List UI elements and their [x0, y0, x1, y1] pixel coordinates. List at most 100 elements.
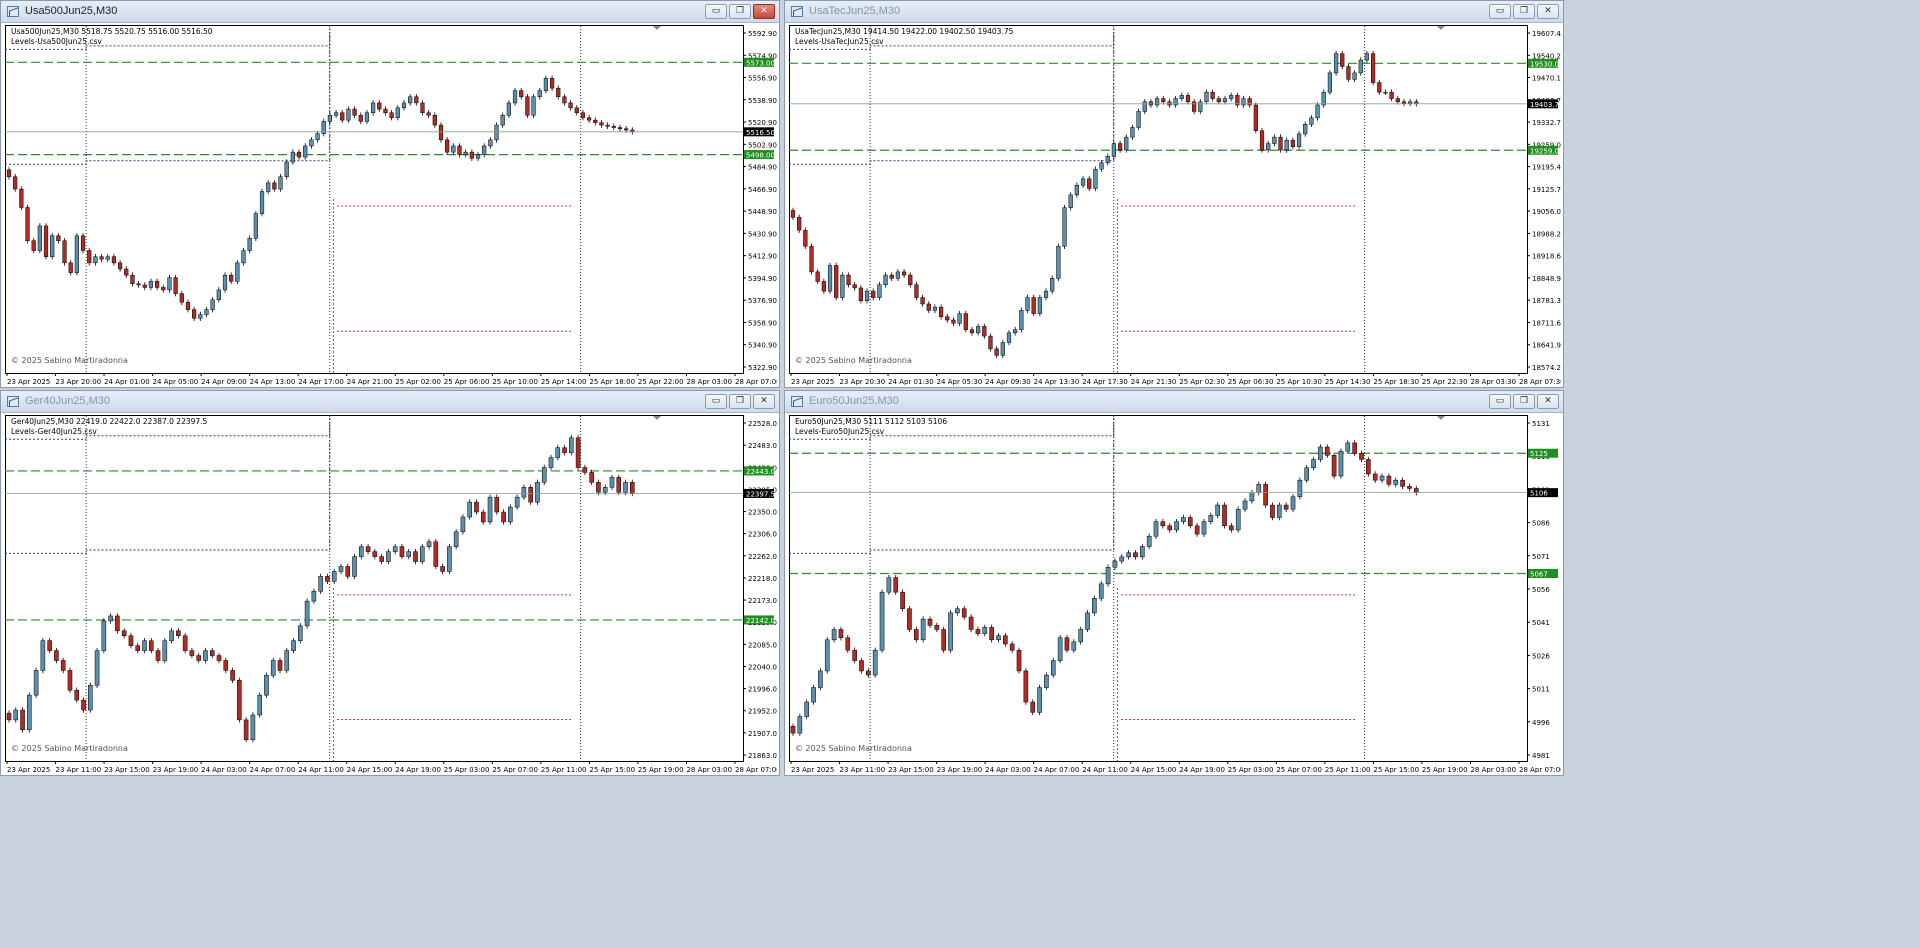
price-chart[interactable]: 19607.4519540.2019470.1019403.7519332.75… — [789, 25, 1563, 386]
minimize-button[interactable]: ▭ — [1489, 394, 1511, 409]
bullish-candle — [467, 501, 472, 518]
x-tick-label: 25 Apr 10:00 — [492, 378, 538, 385]
bullish-candle — [1146, 535, 1152, 547]
bullish-candle — [494, 124, 499, 141]
minimize-button[interactable]: ▭ — [705, 4, 727, 19]
bullish-candle — [1379, 475, 1385, 481]
window-titlebar[interactable]: Usa500Jun25,M30 ▭ ❐ ✕ — [1, 1, 779, 23]
bullish-candle — [1179, 95, 1184, 99]
bullish-candle — [235, 262, 240, 282]
bearish-candle — [173, 277, 178, 294]
y-tick-label: 22350.0 — [748, 509, 777, 517]
bearish-candle — [790, 726, 796, 734]
bearish-candle — [81, 699, 86, 711]
restore-button[interactable]: ❐ — [729, 4, 751, 19]
bullish-candle — [105, 256, 110, 260]
bearish-candle — [111, 256, 117, 264]
bearish-candle — [74, 689, 80, 701]
chart-info: Ger40Jun25,M30 22419.0 22422.0 22387.0 2… — [11, 417, 207, 437]
y-tick-label: 22262.0 — [748, 553, 777, 561]
y-tick-label: 5520.90 — [748, 119, 777, 127]
symbol-ohlc-line: Ger40Jun25,M30 22419.0 22422.0 22387.0 2… — [11, 417, 208, 426]
bearish-candle — [19, 188, 24, 208]
bullish-candle — [259, 191, 265, 214]
chart-window-euro50[interactable]: Euro50Jun25,M30 ▭ ❐ ✕ 513151165101508650… — [784, 390, 1564, 776]
bearish-candle — [87, 250, 92, 264]
bearish-candle — [117, 262, 123, 270]
level-tag-label: 5573.00 — [746, 59, 775, 67]
bearish-candle — [1340, 53, 1345, 67]
bullish-candle — [1105, 156, 1110, 164]
y-tick-label: 18781.30 — [1532, 297, 1561, 305]
bullish-candle — [408, 96, 413, 104]
bearish-candle — [871, 290, 876, 298]
minimize-button[interactable]: ▭ — [705, 394, 727, 409]
level-tag-label: 22142.0 — [746, 617, 775, 625]
price-chart[interactable]: 22528.022483.022439.022395.022350.022306… — [5, 415, 779, 774]
bullish-candle — [1327, 72, 1333, 93]
chart-window-usatec[interactable]: UsaTecJun25,M30 ▭ ❐ ✕ 19607.4519540.2019… — [784, 0, 1564, 388]
window-titlebar[interactable]: UsaTecJun25,M30 ▭ ❐ ✕ — [785, 1, 1563, 23]
close-button[interactable]: ✕ — [753, 4, 775, 19]
bearish-candle — [1194, 525, 1200, 535]
bearish-candle — [852, 649, 857, 661]
bullish-candle — [386, 551, 391, 562]
bearish-candle — [62, 240, 67, 264]
price-tag-label: 19403.75 — [1530, 101, 1561, 109]
x-tick-label: 24 Apr 17:00 — [298, 378, 344, 385]
y-tick-label: 5484.90 — [748, 164, 777, 172]
close-button[interactable]: ✕ — [1537, 4, 1559, 19]
minimize-button[interactable]: ▭ — [1489, 4, 1511, 19]
bearish-candle — [115, 615, 120, 632]
bearish-candle — [457, 145, 462, 155]
window-titlebar[interactable]: Euro50Jun25,M30 ▭ ❐ ✕ — [785, 391, 1563, 413]
close-icon: ✕ — [1544, 6, 1552, 16]
x-tick-label: 23 Apr 15:00 — [104, 766, 150, 773]
bullish-candle — [1318, 446, 1323, 460]
close-icon: ✕ — [760, 6, 768, 16]
bullish-candle — [1092, 598, 1097, 614]
y-tick-label: 5592.90 — [748, 30, 777, 38]
price-chart[interactable]: 5131511651015086507150565041502650114996… — [789, 415, 1563, 774]
x-tick-label: 25 Apr 02:00 — [395, 378, 441, 385]
price-chart[interactable]: 5592.90 5574.90 5556.90 5538.90 5520.90 5502.… — [5, 25, 779, 386]
bullish-candle — [318, 576, 323, 592]
bullish-candle — [1043, 290, 1049, 298]
bullish-candle — [609, 477, 615, 488]
restore-button[interactable]: ❐ — [729, 394, 751, 409]
chart-svg: 19607.4519540.2019470.1019403.7519332.75… — [789, 25, 1563, 386]
bearish-candle — [1389, 91, 1394, 99]
minimize-icon: ▭ — [711, 396, 721, 406]
bullish-candle — [1352, 72, 1357, 80]
bullish-candle — [602, 487, 608, 493]
restore-button[interactable]: ❐ — [1513, 4, 1535, 19]
y-tick-label: 19607.45 — [1532, 30, 1561, 38]
copyright-text: © 2025 Sabino Martiradonna — [11, 744, 128, 753]
x-tick-label: 24 Apr 21:30 — [1131, 378, 1177, 385]
bullish-candle — [475, 154, 481, 159]
bullish-candle — [395, 107, 400, 118]
chart-window-ger40[interactable]: Ger40Jun25,M30 ▭ ❐ ✕ 22528.022483.022439… — [0, 390, 780, 776]
bullish-candle — [1204, 91, 1209, 103]
bearish-candle — [192, 309, 197, 319]
level-tag-label: 5498.00 — [746, 152, 775, 160]
restore-button[interactable]: ❐ — [1513, 394, 1535, 409]
bearish-candle — [501, 511, 506, 523]
x-tick-label: 25 Apr 06:30 — [1228, 378, 1274, 385]
x-tick-label: 23 Apr 2025 — [791, 378, 834, 385]
y-tick-label: 22483.0 — [748, 442, 777, 450]
window-titlebar[interactable]: Ger40Jun25,M30 ▭ ❐ ✕ — [1, 391, 779, 413]
chart-window-usa500[interactable]: Usa500Jun25,M30 ▭ ❐ ✕ 5592.90 5574.90 5556… — [0, 0, 780, 388]
bullish-candle — [1050, 278, 1055, 292]
bullish-candle — [359, 546, 364, 557]
x-tick-label: 25 Apr 07:00 — [1276, 766, 1322, 773]
bearish-candle — [358, 114, 363, 122]
bearish-candle — [941, 629, 946, 651]
bearish-candle — [593, 119, 598, 123]
price-tag-label: 5106 — [1530, 490, 1548, 498]
bearish-candle — [1324, 446, 1330, 456]
bearish-candle — [365, 546, 371, 552]
close-button[interactable]: ✕ — [1537, 394, 1559, 409]
close-button[interactable]: ✕ — [753, 394, 775, 409]
x-tick-label: 28 Apr 03:00 — [686, 766, 732, 773]
